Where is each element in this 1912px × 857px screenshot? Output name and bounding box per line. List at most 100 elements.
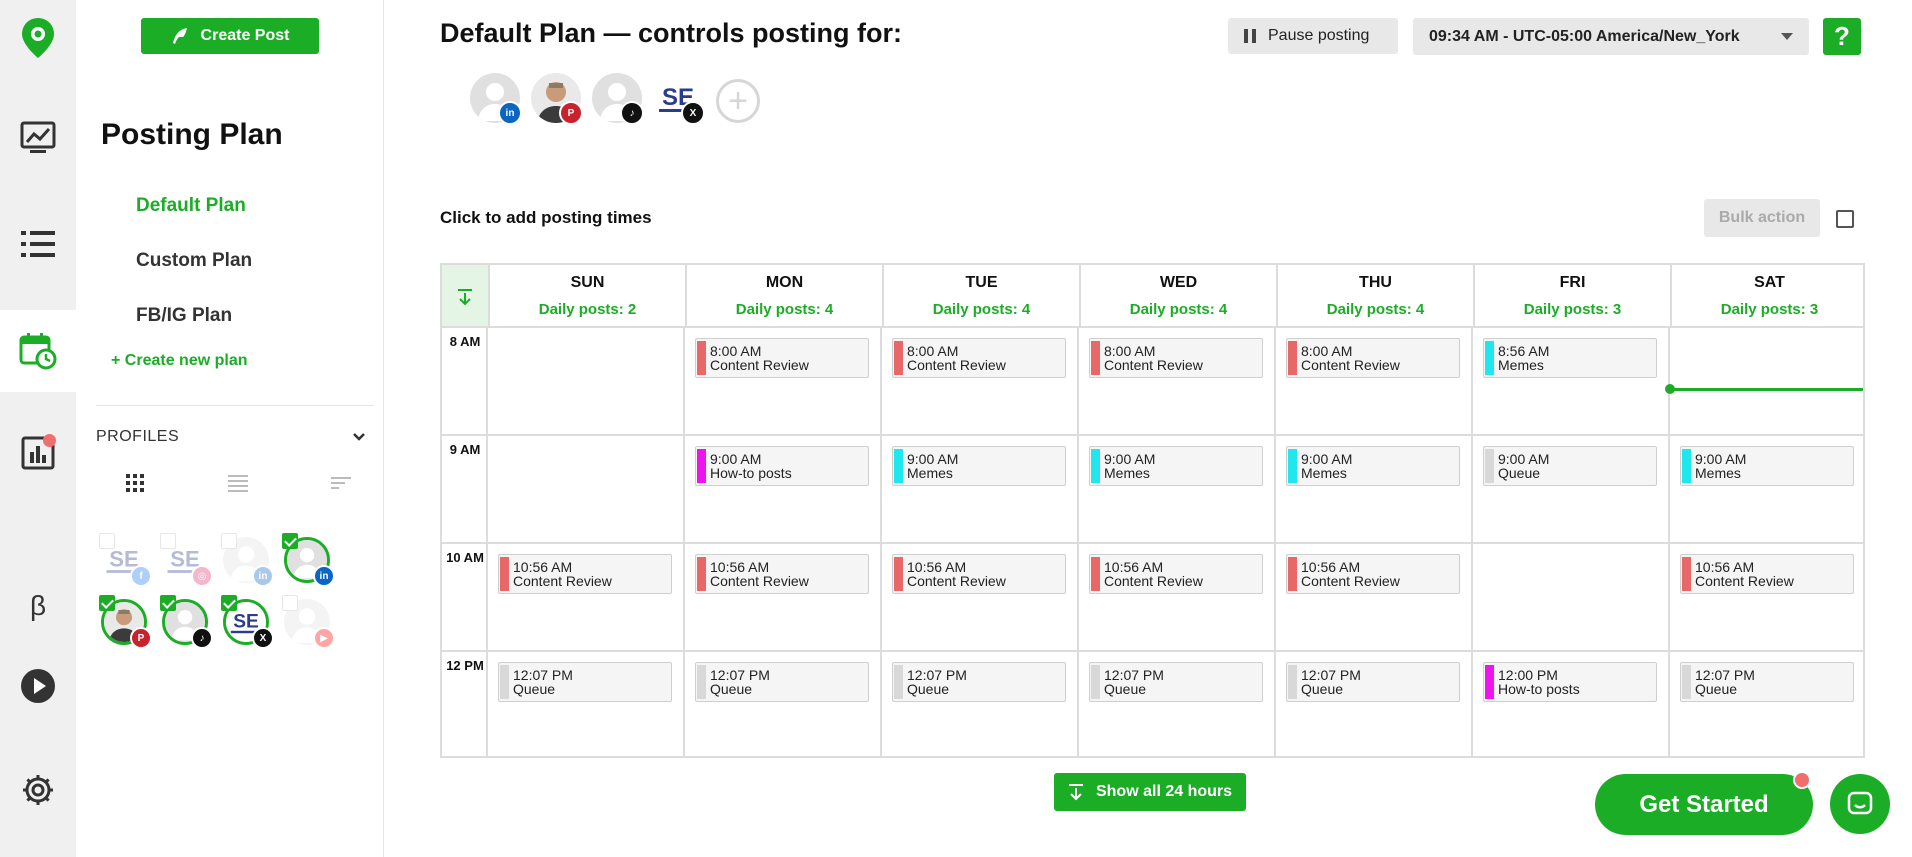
- hour-label: 8 AM: [449, 334, 481, 349]
- slot-category: Memes: [1498, 357, 1544, 373]
- slot-category: Content Review: [1104, 357, 1203, 373]
- get-started-button[interactable]: Get Started: [1595, 774, 1813, 835]
- slot-time: 9:00 AM: [1301, 451, 1353, 467]
- show-all-hours-label: Show all 24 hours: [1095, 783, 1233, 800]
- timezone-value: 09:34 AM - UTC-05:00 America/New_York: [1429, 27, 1740, 45]
- profile-avatar-x[interactable]: SE X: [653, 73, 705, 125]
- day-name: WED: [1159, 274, 1198, 291]
- sidebar-profile-tiktok[interactable]: ♪: [160, 595, 213, 649]
- create-post-button[interactable]: Create Post: [141, 18, 319, 54]
- profile-checkbox[interactable]: [160, 595, 176, 611]
- profile-checkbox[interactable]: [99, 595, 115, 611]
- posting-slot[interactable]: 8:00 AM Content Review: [1089, 338, 1263, 378]
- profile-avatar-linkedin[interactable]: in: [470, 73, 522, 125]
- logo-pin-icon[interactable]: [0, 0, 76, 76]
- posting-slot[interactable]: 12:00 PM How-to posts: [1483, 662, 1657, 702]
- slot-time: 8:00 AM: [1301, 343, 1353, 359]
- posting-slot[interactable]: 12:07 PM Queue: [1286, 662, 1460, 702]
- day-header-sat: SAT Daily posts: 3: [1670, 265, 1867, 328]
- feather-icon: [172, 28, 187, 44]
- posting-slot[interactable]: 8:00 AM Content Review: [1286, 338, 1460, 378]
- slot-time: 9:00 AM: [1104, 451, 1156, 467]
- category-color-bar: [1288, 449, 1297, 483]
- sidebar-profile-linkedin[interactable]: in: [221, 533, 274, 587]
- gear-icon[interactable]: [0, 752, 76, 828]
- profile-checkbox[interactable]: [160, 533, 176, 549]
- analytics-image-icon[interactable]: [0, 100, 76, 176]
- posting-slot[interactable]: 12:07 PM Queue: [1089, 662, 1263, 702]
- chevron-down-icon: [353, 433, 365, 441]
- posting-slot[interactable]: 9:00 AM How-to posts: [695, 446, 869, 486]
- bulk-action-button[interactable]: Bulk action: [1704, 199, 1820, 237]
- select-all-checkbox[interactable]: [1836, 210, 1854, 228]
- grid-view-icon[interactable]: [126, 474, 144, 492]
- profiles-header[interactable]: PROFILES: [96, 428, 366, 446]
- posting-slot[interactable]: 12:07 PM Queue: [498, 662, 672, 702]
- sidebar-profile-instagram[interactable]: SE ◎: [160, 533, 213, 587]
- row-divider: [442, 542, 1863, 544]
- slot-time: 10:56 AM: [513, 559, 573, 575]
- posting-slot[interactable]: 8:00 AM Content Review: [892, 338, 1066, 378]
- posting-slot[interactable]: 8:56 AM Memes: [1483, 338, 1657, 378]
- show-all-hours-button[interactable]: Show all 24 hours: [1054, 773, 1246, 811]
- add-profile-button[interactable]: +: [716, 79, 760, 123]
- posting-slot[interactable]: 9:00 AM Memes: [1089, 446, 1263, 486]
- posting-slot[interactable]: 12:07 PM Queue: [1680, 662, 1854, 702]
- posting-calendar: SUN Daily posts: 2 MON Daily posts: 4 TUE Dai…: [440, 263, 1865, 758]
- collapse-hours-button[interactable]: [442, 265, 488, 328]
- row-divider: [442, 434, 1863, 436]
- posting-slot[interactable]: 10:56 AM Content Review: [1089, 554, 1263, 594]
- posting-slot[interactable]: 10:56 AM Content Review: [1286, 554, 1460, 594]
- plan-item-custom[interactable]: Custom Plan: [136, 250, 252, 272]
- daily-posts-count: Daily posts: 4: [1129, 301, 1228, 318]
- sidebar-divider: [96, 405, 374, 406]
- slot-time: 12:07 PM: [1695, 667, 1755, 683]
- posting-slot[interactable]: 9:00 AM Memes: [1286, 446, 1460, 486]
- posting-slot[interactable]: 8:00 AM Content Review: [695, 338, 869, 378]
- play-icon[interactable]: [0, 648, 76, 724]
- posting-slot[interactable]: 10:56 AM Content Review: [498, 554, 672, 594]
- day-name: MON: [765, 274, 804, 291]
- calendar-clock-icon[interactable]: [0, 310, 76, 392]
- slot-time: 8:56 AM: [1498, 343, 1550, 359]
- posting-slot[interactable]: 9:00 AM Memes: [1680, 446, 1854, 486]
- profile-checkbox[interactable]: [282, 533, 298, 549]
- bar-chart-icon[interactable]: [0, 414, 76, 490]
- profile-checkbox[interactable]: [221, 595, 237, 611]
- sidebar-profile-x[interactable]: SE X: [221, 595, 274, 649]
- posting-slot[interactable]: 10:56 AM Content Review: [1680, 554, 1854, 594]
- pause-posting-button[interactable]: Pause posting: [1228, 18, 1398, 54]
- posting-slot[interactable]: 9:00 AM Memes: [892, 446, 1066, 486]
- sidebar-profile-facebook[interactable]: SE f: [99, 533, 152, 587]
- slot-category: Content Review: [710, 573, 809, 589]
- profile-checkbox[interactable]: [99, 533, 115, 549]
- sidebar-profile-pinterest[interactable]: P: [99, 595, 152, 649]
- beta-icon[interactable]: β: [0, 568, 76, 644]
- list-view-icon[interactable]: [227, 474, 248, 492]
- plan-item-fbig[interactable]: FB/IG Plan: [136, 305, 232, 327]
- chat-button[interactable]: [1830, 774, 1890, 834]
- posting-slot[interactable]: 12:07 PM Queue: [892, 662, 1066, 702]
- profile-checkbox[interactable]: [282, 595, 298, 611]
- linkedin-icon: in: [498, 101, 522, 125]
- category-color-bar: [1682, 665, 1691, 699]
- sidebar-profile-youtube[interactable]: ▶: [282, 595, 335, 649]
- category-color-bar: [1682, 449, 1691, 483]
- profile-avatar-tiktok[interactable]: ♪: [592, 73, 644, 125]
- profile-checkbox[interactable]: [221, 533, 237, 549]
- help-button[interactable]: ?: [1823, 18, 1861, 55]
- create-new-plan-link[interactable]: + Create new plan: [111, 352, 248, 370]
- posting-slot[interactable]: 12:07 PM Queue: [695, 662, 869, 702]
- posting-slot[interactable]: 9:00 AM Queue: [1483, 446, 1657, 486]
- sidebar-profile-linkedin[interactable]: in: [282, 533, 335, 587]
- profile-avatar-pinterest[interactable]: P: [531, 73, 583, 125]
- posting-slot[interactable]: 10:56 AM Content Review: [892, 554, 1066, 594]
- slot-category: Memes: [1301, 465, 1347, 481]
- list-icon[interactable]: [0, 206, 76, 282]
- timezone-select[interactable]: 09:34 AM - UTC-05:00 America/New_York: [1413, 18, 1809, 55]
- compact-view-icon[interactable]: [331, 474, 351, 492]
- plan-item-default[interactable]: Default Plan: [136, 195, 246, 217]
- tiktok-icon: ♪: [620, 101, 644, 125]
- posting-slot[interactable]: 10:56 AM Content Review: [695, 554, 869, 594]
- day-name: THU: [1359, 274, 1392, 291]
